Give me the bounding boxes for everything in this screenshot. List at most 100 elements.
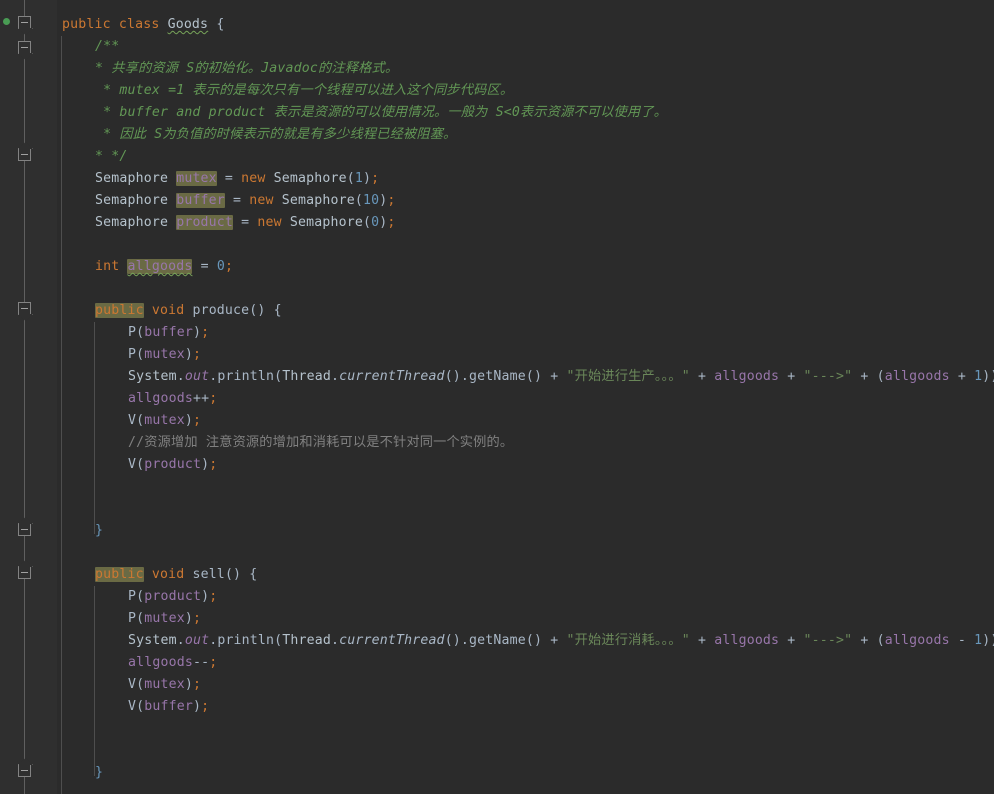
- code-token: allgoods: [884, 369, 950, 384]
- code-token: P: [128, 589, 137, 604]
- code-token: (: [354, 193, 363, 208]
- code-line[interactable]: V(product);: [128, 454, 217, 476]
- code-line[interactable]: * buffer and product 表示是资源的可以使用情况。一般为 S<…: [95, 102, 667, 124]
- code-token: new: [257, 215, 282, 230]
- code-line[interactable]: Semaphore buffer = new Semaphore(10);: [95, 190, 395, 212]
- fold-produce-close-icon[interactable]: [18, 523, 31, 536]
- code-line[interactable]: V(buffer);: [128, 696, 209, 718]
- code-token: Thread: [282, 369, 331, 384]
- code-line[interactable]: public class Goods {: [62, 14, 224, 36]
- code-surface[interactable]: public class Goods {/** * 共享的资源 S的初始化。Jav…: [58, 0, 994, 794]
- code-token: new: [241, 171, 266, 186]
- run-gutter-marker[interactable]: [3, 18, 10, 25]
- code-token: allgoods: [128, 391, 193, 406]
- code-token: "开始进行消耗。。。": [566, 633, 690, 648]
- code-token: out: [184, 633, 210, 648]
- code-token: .println(: [209, 633, 283, 648]
- code-token: mutex: [144, 677, 185, 692]
- code-line[interactable]: P(mutex);: [128, 344, 201, 366]
- code-token: System: [128, 633, 177, 648]
- code-token: =: [192, 259, 217, 274]
- code-line[interactable]: P(product);: [128, 586, 217, 608]
- code-token: product: [144, 457, 202, 472]
- code-token: public: [95, 567, 144, 582]
- code-token: V: [128, 457, 137, 472]
- code-token: allgoods: [127, 259, 193, 274]
- code-line[interactable]: public void sell() {: [95, 564, 257, 586]
- code-token: public: [62, 17, 111, 32]
- code-line[interactable]: * 因此 S为负值的时候表示的就是有多少线程已经被阻塞。: [95, 124, 456, 146]
- code-token: (: [346, 171, 355, 186]
- code-token: {: [273, 303, 282, 318]
- code-token: ().getName(): [444, 633, 551, 648]
- code-token: 10: [362, 193, 380, 208]
- code-line[interactable]: V(mutex);: [128, 674, 201, 696]
- code-line[interactable]: //资源增加 注意资源的增加和消耗可以是不针对同一个实例的。: [128, 432, 513, 454]
- fold-produce-open-icon[interactable]: [18, 302, 31, 315]
- code-line[interactable]: int allgoods = 0;: [95, 256, 233, 278]
- code-token: ): [184, 347, 193, 362]
- code-token: P: [128, 611, 137, 626]
- code-token: .: [176, 633, 185, 648]
- code-token: Semaphore: [273, 171, 347, 186]
- code-token: 1: [354, 171, 363, 186]
- code-editor[interactable]: public class Goods {/** * 共享的资源 S的初始化。Jav…: [0, 0, 994, 794]
- code-token: +: [689, 369, 715, 384]
- fold-javadoc-open-icon[interactable]: [18, 41, 31, 54]
- code-token: ;: [192, 347, 202, 362]
- code-token: product: [176, 215, 234, 230]
- fold-sell-close-icon[interactable]: [18, 764, 31, 777]
- code-token: * mutex =1 表示的是每次只有一个线程可以进入这个同步代码区。: [95, 83, 514, 98]
- code-token: allgoods: [714, 633, 780, 648]
- code-token: (: [362, 215, 372, 230]
- fold-sell-open-icon[interactable]: [18, 566, 31, 579]
- code-line[interactable]: V(mutex);: [128, 410, 201, 432]
- code-token: Semaphore: [281, 193, 355, 208]
- code-line[interactable]: Semaphore mutex = new Semaphore(1);: [95, 168, 379, 190]
- code-token: {: [216, 17, 225, 32]
- code-token: Semaphore: [95, 215, 169, 230]
- code-token: ): [362, 171, 372, 186]
- code-line[interactable]: allgoods++;: [128, 388, 217, 410]
- code-token: =: [216, 171, 242, 186]
- code-token: (): [224, 567, 250, 582]
- code-line[interactable]: P(buffer);: [128, 322, 209, 344]
- code-token: + (: [852, 633, 885, 648]
- code-line[interactable]: }: [95, 520, 103, 542]
- code-token: +: [689, 633, 715, 648]
- code-line[interactable]: System.out.println(Thread.currentThread(…: [128, 630, 994, 652]
- code-token: currentThread: [339, 633, 445, 648]
- code-line[interactable]: P(mutex);: [128, 608, 201, 630]
- code-token: * */: [95, 149, 128, 164]
- fold-class-open-icon[interactable]: [18, 16, 31, 29]
- code-token: ;: [209, 655, 218, 670]
- code-token: 1: [974, 369, 983, 384]
- editor-gutter[interactable]: [0, 0, 58, 794]
- code-line[interactable]: * */: [95, 146, 127, 168]
- code-token: ;: [387, 215, 396, 230]
- code-line[interactable]: }: [95, 762, 103, 784]
- code-token: ;: [209, 457, 218, 472]
- code-line[interactable]: Semaphore product = new Semaphore(0);: [95, 212, 395, 234]
- code-token: "--->": [803, 633, 853, 648]
- code-token: Semaphore: [289, 215, 363, 230]
- code-line[interactable]: /**: [95, 36, 119, 58]
- code-line[interactable]: * 共享的资源 S的初始化。Javadoc的注释格式。: [95, 58, 398, 80]
- code-token: public: [95, 303, 144, 318]
- fold-javadoc-close-icon[interactable]: [18, 148, 31, 161]
- code-token: P: [128, 347, 137, 362]
- code-line[interactable]: public void produce() {: [95, 300, 282, 322]
- code-line[interactable]: allgoods--;: [128, 652, 217, 674]
- code-line[interactable]: * mutex =1 表示的是每次只有一个线程可以进入这个同步代码区。: [95, 80, 513, 102]
- code-token: ++: [192, 391, 210, 406]
- code-token: .println(: [209, 369, 283, 384]
- code-token: .: [331, 633, 340, 648]
- code-token: ): [201, 589, 210, 604]
- code-line[interactable]: System.out.println(Thread.currentThread(…: [128, 366, 994, 388]
- code-token: Thread: [282, 633, 331, 648]
